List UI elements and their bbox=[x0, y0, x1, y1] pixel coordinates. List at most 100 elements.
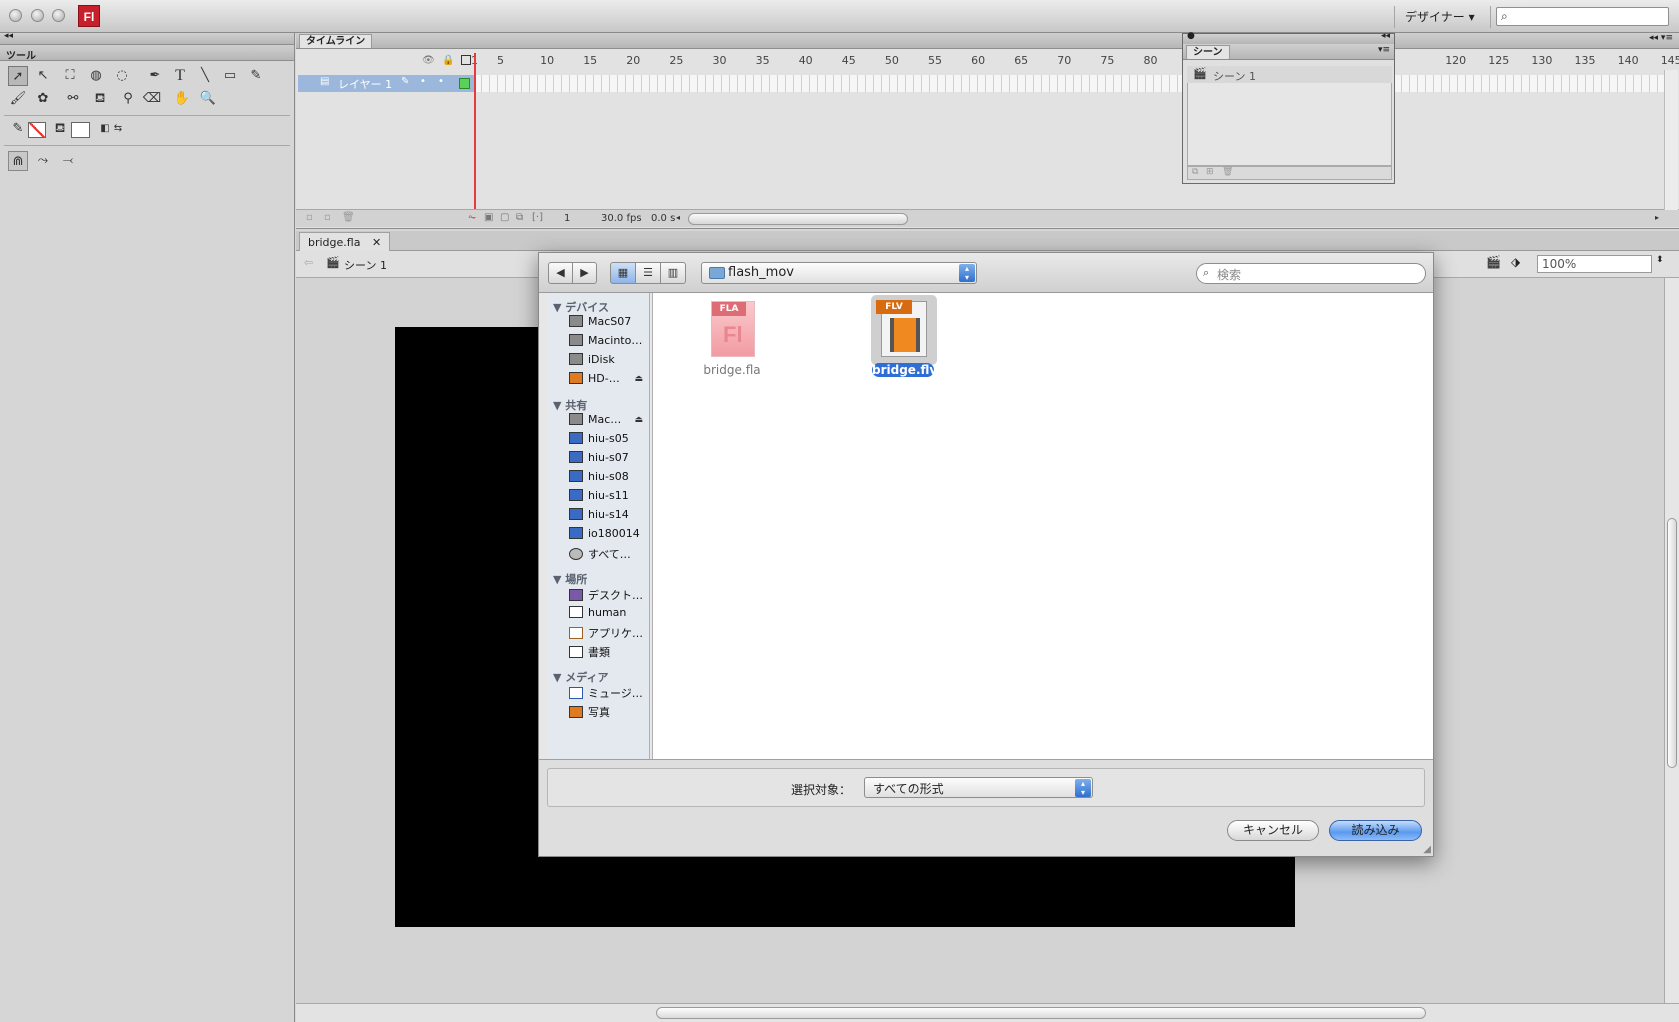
free-transform-tool-icon[interactable]: ⛶ bbox=[60, 66, 80, 86]
sidebar-item-macintosh-hd[interactable]: Macinto… bbox=[569, 334, 649, 352]
hand-tool-icon[interactable]: ✋ bbox=[172, 89, 192, 109]
scroll-right-icon[interactable]: ▸ bbox=[1655, 213, 1659, 222]
delete-scene-icon[interactable]: 🗑 bbox=[1222, 167, 1233, 177]
outline-icon[interactable] bbox=[461, 55, 471, 65]
timeline-tab[interactable]: タイムライン bbox=[299, 34, 373, 48]
icon-view-button[interactable]: ▦ bbox=[610, 262, 636, 284]
fill-color-icon[interactable]: ⛾ bbox=[50, 119, 70, 139]
new-folder-icon[interactable]: ▫ bbox=[324, 212, 331, 223]
panel-menu-icon[interactable]: ◂◂ ▾≡ bbox=[1649, 33, 1673, 43]
minimize-window-button[interactable] bbox=[31, 9, 44, 22]
smooth-icon[interactable]: ⤳ bbox=[33, 151, 53, 171]
section-places[interactable]: ▼ 場所 bbox=[553, 571, 587, 587]
dialog-search-input[interactable]: ⌕ 検索 bbox=[1196, 263, 1426, 284]
sidebar-item-hiu-s05[interactable]: hiu-s05 bbox=[569, 432, 649, 450]
sidebar-item-music[interactable]: ミュージ… bbox=[569, 685, 649, 703]
straighten-icon[interactable]: ⤙ bbox=[58, 151, 78, 171]
zoom-window-button[interactable] bbox=[52, 9, 65, 22]
paint-bucket-tool-icon[interactable]: ⛾ bbox=[90, 89, 110, 109]
eyedropper-tool-icon[interactable]: ⚲ bbox=[118, 89, 138, 109]
scene-panel-titlebar[interactable]: ● ◂◂ bbox=[1183, 31, 1394, 44]
panel-collapse-bar[interactable]: ◂◂ bbox=[0, 31, 294, 45]
sidebar-item-hiu-s11[interactable]: hiu-s11 bbox=[569, 489, 649, 507]
document-tab[interactable]: bridge.fla ✕ bbox=[299, 232, 391, 251]
back-arrow-icon[interactable]: ⇦ bbox=[304, 256, 313, 269]
center-frame-icon[interactable]: ⏦ bbox=[468, 212, 476, 223]
layer-visibility-dot[interactable]: • bbox=[420, 76, 426, 87]
sidebar-item-hd[interactable]: HD-… ⏏ bbox=[569, 372, 649, 390]
section-media[interactable]: ▼ メディア bbox=[553, 669, 609, 685]
sidebar-item-documents[interactable]: 書類 bbox=[569, 644, 649, 662]
sidebar-item-all[interactable]: すべて… bbox=[569, 546, 649, 564]
horizontal-scroll-thumb[interactable] bbox=[656, 1007, 1426, 1019]
eject-icon[interactable]: ⏏ bbox=[634, 415, 643, 425]
sidebar-item-io180014[interactable]: io180014 bbox=[569, 527, 649, 545]
playhead[interactable] bbox=[474, 53, 476, 211]
selection-tool-icon[interactable]: ➚ bbox=[8, 66, 28, 86]
brush-tool-icon[interactable]: 🖌 bbox=[8, 89, 28, 109]
file-bridge-fla[interactable]: FLA Fl bridge.fla bbox=[687, 295, 777, 385]
new-layer-icon[interactable]: ▫ bbox=[306, 212, 313, 223]
trash-icon[interactable]: 🗑 bbox=[342, 212, 355, 223]
back-button[interactable]: ◀ bbox=[548, 262, 573, 284]
timeline-scrollbar-thumb[interactable] bbox=[688, 213, 908, 225]
breadcrumb-scene[interactable]: シーン 1 bbox=[344, 257, 387, 273]
vertical-scroll-thumb[interactable] bbox=[1667, 518, 1677, 768]
modify-onion-markers-icon[interactable]: [·] bbox=[532, 212, 543, 223]
sidebar-item-desktop[interactable]: デスクト… bbox=[569, 587, 649, 605]
timeline-vertical-scrollbar[interactable] bbox=[1664, 70, 1678, 210]
sidebar-item-macs07[interactable]: MacS07 bbox=[569, 315, 649, 333]
frame-rate[interactable]: 30.0 fps bbox=[601, 213, 642, 224]
stage-vertical-scrollbar[interactable] bbox=[1664, 278, 1679, 1003]
layer-row[interactable]: ▤ レイヤー 1 ✎ • • bbox=[298, 75, 474, 92]
snap-to-objects-icon[interactable]: ⋒ bbox=[8, 151, 28, 171]
3d-rotation-tool-icon[interactable]: ◍ bbox=[86, 66, 106, 86]
lasso-tool-icon[interactable]: ◌ bbox=[112, 66, 132, 86]
resize-grip-icon[interactable]: ◢ bbox=[1423, 844, 1431, 855]
zoom-tool-icon[interactable]: 🔍 bbox=[198, 89, 218, 109]
subselection-tool-icon[interactable]: ↖ bbox=[33, 66, 53, 86]
swap-colors-icon[interactable]: ⇆ bbox=[108, 119, 128, 139]
sidebar-item-hiu-s14[interactable]: hiu-s14 bbox=[569, 508, 649, 526]
close-window-button[interactable] bbox=[9, 9, 22, 22]
sidebar-item-home[interactable]: human bbox=[569, 606, 649, 624]
add-scene-icon[interactable]: ⊞ bbox=[1206, 167, 1214, 177]
line-tool-icon[interactable]: ╲ bbox=[195, 66, 215, 86]
list-view-button[interactable]: ☰ bbox=[635, 262, 661, 284]
stage-horizontal-scrollbar[interactable] bbox=[296, 1003, 1679, 1022]
close-icon[interactable]: ● bbox=[1187, 31, 1195, 41]
collapse-icon[interactable]: ◂◂ bbox=[4, 31, 13, 41]
frame-grid[interactable] bbox=[474, 75, 1669, 92]
eraser-tool-icon[interactable]: ⌫ bbox=[142, 89, 162, 109]
stroke-color-icon[interactable]: ✎ bbox=[8, 119, 28, 139]
onion-skin-icon[interactable]: ▣ bbox=[484, 212, 493, 223]
eye-icon[interactable]: 👁 bbox=[422, 55, 435, 66]
duplicate-scene-icon[interactable]: ⧉ bbox=[1192, 167, 1198, 177]
section-shared[interactable]: ▼ 共有 bbox=[553, 397, 587, 413]
edit-multiple-frames-icon[interactable]: ⧉ bbox=[516, 212, 523, 223]
sidebar-item-hiu-s07[interactable]: hiu-s07 bbox=[569, 451, 649, 469]
column-view-button[interactable]: ▥ bbox=[660, 262, 686, 284]
forward-button[interactable]: ▶ bbox=[572, 262, 597, 284]
location-popup[interactable]: flash_mov ▴ ▾ bbox=[701, 262, 977, 284]
pencil-tool-icon[interactable]: ✎ bbox=[246, 66, 266, 86]
sidebar-item-applications[interactable]: アプリケ… bbox=[569, 625, 649, 643]
frame-ruler[interactable]: 1510152025303540455055606570758085120125… bbox=[471, 54, 1679, 70]
file-bridge-flv[interactable]: FLV bridge.flv bbox=[857, 295, 947, 385]
sidebar-item-photos[interactable]: 写真 bbox=[569, 704, 649, 722]
bone-tool-icon[interactable]: ⚯ bbox=[63, 89, 83, 109]
fill-color-swatch[interactable] bbox=[71, 122, 90, 138]
rectangle-tool-icon[interactable]: ▭ bbox=[220, 66, 240, 86]
cancel-button[interactable]: キャンセル bbox=[1227, 820, 1319, 841]
help-search-input[interactable]: ⌕ bbox=[1496, 7, 1669, 26]
panel-menu-icon[interactable]: ▾≡ bbox=[1378, 45, 1390, 55]
zoom-stepper[interactable]: ⬍ bbox=[1656, 255, 1664, 265]
text-tool-icon[interactable]: T bbox=[170, 66, 190, 86]
edit-symbols-icon[interactable]: ⬗ bbox=[1511, 255, 1520, 269]
section-devices[interactable]: ▼ デバイス bbox=[553, 299, 609, 315]
layer-outline-color[interactable] bbox=[459, 78, 470, 89]
sidebar-item-shared-mac[interactable]: Mac… ⏏ bbox=[569, 413, 649, 431]
file-type-popup[interactable]: すべての形式 ▴ ▾ bbox=[864, 777, 1093, 798]
lock-icon[interactable]: 🔒 bbox=[442, 55, 454, 66]
scene-list-item[interactable]: 🎬 シーン 1 bbox=[1187, 66, 1392, 83]
